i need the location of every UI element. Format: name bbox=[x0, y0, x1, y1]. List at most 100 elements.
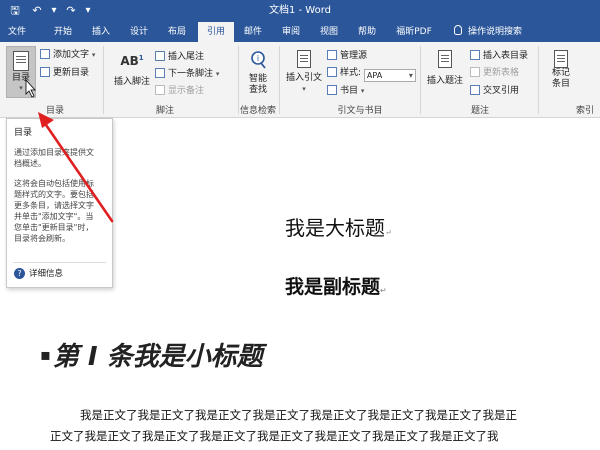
chevron-down-icon: ▾ bbox=[19, 84, 23, 92]
mark-entry-label-1: 标记 bbox=[551, 68, 570, 78]
show-notes-icon bbox=[155, 85, 165, 95]
tooltip-line: 档概述。 bbox=[14, 159, 46, 168]
insert-endnote-button[interactable]: 插入尾注 bbox=[155, 51, 204, 63]
toc-tooltip: 目录 通过添加目录来提供文 档概述。 这将会自动包括使用标 题样式的文字。要包括… bbox=[6, 118, 113, 288]
group-separator bbox=[103, 46, 104, 114]
mark-entry-label-2: 条目 bbox=[551, 79, 570, 89]
tab-file[interactable]: 文件 bbox=[2, 22, 32, 42]
document-heading[interactable]: ▪第 I 条我是小标题 bbox=[40, 336, 263, 373]
tell-me-more-link[interactable]: ? 详细信息 bbox=[14, 267, 63, 279]
citation-icon bbox=[297, 50, 311, 68]
insert-table-of-figures-label: 插入表目录 bbox=[483, 51, 529, 61]
manage-sources-button[interactable]: 管理源 bbox=[327, 50, 367, 62]
document-title-text: 我是大标题 bbox=[285, 216, 385, 240]
document-title[interactable]: 我是大标题↵ bbox=[285, 212, 392, 241]
tab-view[interactable]: 视图 bbox=[314, 22, 344, 42]
tab-references[interactable]: 引用 bbox=[198, 22, 234, 42]
insert-footnote-label: 插入脚注 bbox=[113, 77, 150, 87]
toc-button-label: 目录 bbox=[11, 73, 30, 83]
endnote-icon bbox=[155, 51, 165, 61]
group-label-toc: 目录 bbox=[45, 106, 64, 116]
insert-citation-label: 插入引文 bbox=[285, 73, 322, 83]
tab-insert[interactable]: 插入 bbox=[86, 22, 116, 42]
document-heading-text: 第 I 条我是小标题 bbox=[52, 342, 263, 372]
paragraph-mark: ↵ bbox=[380, 286, 387, 295]
heading-bullet: ▪ bbox=[40, 345, 51, 364]
group-label-index: 索引 bbox=[576, 106, 595, 116]
help-icon: ? bbox=[14, 268, 25, 279]
next-footnote-button[interactable]: 下一条脚注 ▾ bbox=[155, 68, 219, 80]
group-separator bbox=[538, 46, 539, 114]
chevron-down-icon: ▾ bbox=[360, 87, 365, 95]
update-table-icon bbox=[470, 67, 480, 77]
paragraph-mark: ↵ bbox=[385, 228, 392, 237]
insert-endnote-label: 插入尾注 bbox=[168, 52, 205, 62]
smart-lookup-label-2: 查找 bbox=[248, 85, 267, 95]
lightbulb-icon bbox=[454, 25, 462, 35]
caption-icon bbox=[438, 50, 452, 68]
group-separator bbox=[420, 46, 421, 114]
insert-table-of-figures-button[interactable]: 插入表目录 bbox=[470, 50, 528, 62]
next-footnote-label: 下一条脚注 bbox=[168, 69, 214, 79]
add-text-label: 添加文字 bbox=[53, 50, 90, 60]
document-subtitle-text: 我是副标题 bbox=[285, 276, 381, 298]
bibliography-icon bbox=[327, 85, 337, 95]
tab-home[interactable]: 开始 bbox=[48, 22, 78, 42]
chevron-down-icon: ▾ bbox=[215, 70, 220, 78]
bibliography-label: 书目 bbox=[340, 86, 359, 96]
update-toc-button[interactable]: 更新目录 bbox=[40, 67, 89, 79]
group-label-citations: 引文与书目 bbox=[337, 106, 383, 116]
document-subtitle[interactable]: 我是副标题↵ bbox=[285, 272, 387, 299]
style-icon bbox=[327, 67, 337, 77]
group-label-captions: 题注 bbox=[470, 106, 489, 116]
group-label-footnotes: 脚注 bbox=[155, 106, 174, 116]
window-title: 文档1 - Word bbox=[268, 5, 332, 16]
tooltip-line: 并单击"添加文字"。当 bbox=[14, 212, 94, 221]
table-of-contents-icon bbox=[13, 51, 29, 71]
tell-me-more-label: 详细信息 bbox=[29, 269, 64, 279]
tab-layout[interactable]: 布局 bbox=[162, 22, 192, 42]
cross-reference-button[interactable]: 交叉引用 bbox=[470, 85, 519, 97]
toc-button[interactable]: 目录 ▾ bbox=[6, 46, 36, 98]
update-table-label: 更新表格 bbox=[483, 68, 520, 78]
cross-reference-icon bbox=[470, 85, 480, 95]
insert-caption-button[interactable]: 插入题注 bbox=[424, 50, 466, 87]
tab-design[interactable]: 设计 bbox=[124, 22, 154, 42]
refresh-icon bbox=[40, 67, 50, 77]
tooltip-divider bbox=[13, 262, 106, 263]
title-bar: 🖫 ↶ ▾ ↷ ▾ 文档1 - Word bbox=[0, 0, 600, 22]
show-notes-label: 显示备注 bbox=[168, 86, 205, 96]
tab-review[interactable]: 审阅 bbox=[276, 22, 306, 42]
tooltip-title: 目录 bbox=[14, 128, 33, 138]
table-of-figures-icon bbox=[470, 50, 480, 60]
tab-help[interactable]: 帮助 bbox=[352, 22, 382, 42]
tab-mailings[interactable]: 邮件 bbox=[238, 22, 268, 42]
bibliography-button[interactable]: 书目 ▾ bbox=[327, 85, 364, 97]
document-body[interactable]: 我是正文了我是正文了我是正文了我是正文了我是正文了我是正文了我是正文了我是正 正… bbox=[50, 405, 600, 447]
show-notes-button[interactable]: 显示备注 bbox=[155, 85, 204, 97]
tooltip-line: 这将会自动包括使用标 bbox=[14, 179, 94, 188]
update-toc-label: 更新目录 bbox=[53, 68, 90, 78]
footnote-icon-sup: 1 bbox=[138, 54, 144, 62]
ribbon: 目录 ▾ 添加文字 ▾ 更新目录 目录 AB1 插入脚注 插入尾注 下一条脚注 … bbox=[0, 42, 600, 118]
chevron-down-icon: ▾ bbox=[91, 51, 96, 59]
smart-lookup-button[interactable]: i 智能 查找 bbox=[243, 50, 273, 96]
tooltip-line: 目录将会刷新。 bbox=[14, 234, 70, 243]
add-text-icon bbox=[40, 49, 50, 59]
tooltip-line: 通过添加目录来提供文 bbox=[14, 148, 94, 157]
add-text-button[interactable]: 添加文字 ▾ bbox=[40, 49, 95, 61]
style-label: 样式: bbox=[340, 68, 362, 78]
tab-foxit-pdf[interactable]: 福昕PDF bbox=[390, 22, 438, 42]
cross-reference-label: 交叉引用 bbox=[483, 86, 520, 96]
insert-caption-label: 插入题注 bbox=[426, 76, 463, 86]
update-table-button[interactable]: 更新表格 bbox=[470, 67, 519, 79]
mark-entry-button[interactable]: 标记 条目 bbox=[544, 50, 578, 90]
insert-citation-button[interactable]: 插入引文 ▾ bbox=[284, 50, 324, 95]
style-dropdown[interactable]: APA bbox=[363, 69, 416, 82]
body-line: 正文了我是正文了我是正文了我是正文了我是正文了我是正文了我是正文了我是正文了我 bbox=[50, 429, 499, 443]
style-selector[interactable]: 样式: APA bbox=[327, 67, 416, 82]
manage-sources-label: 管理源 bbox=[340, 51, 368, 61]
insert-footnote-button[interactable]: AB1 插入脚注 bbox=[112, 50, 152, 88]
tooltip-line: 更多条目，请选择文字 bbox=[14, 201, 94, 210]
tell-me-search[interactable]: 操作说明搜索 bbox=[454, 22, 522, 42]
